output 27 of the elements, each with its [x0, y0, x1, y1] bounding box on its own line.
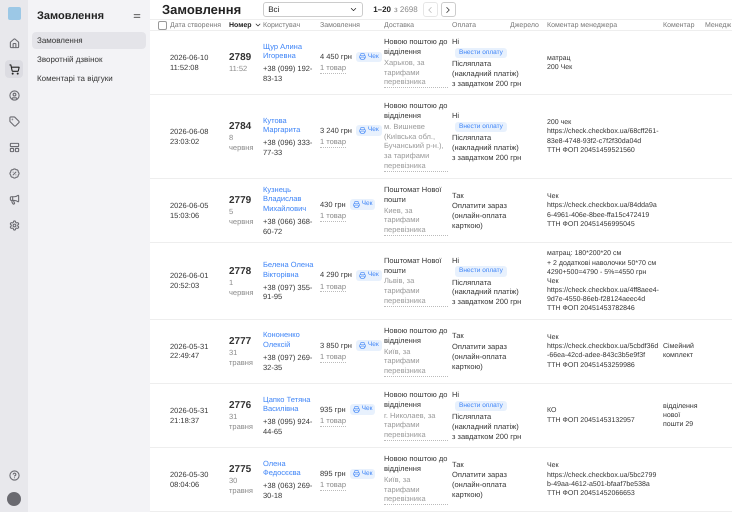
order-number: 2778	[229, 264, 252, 278]
printer-icon	[358, 127, 366, 134]
order-number: 2776	[229, 399, 252, 412]
total-count: з 2698	[394, 5, 418, 14]
next-page-button[interactable]	[440, 2, 456, 18]
sidebar-title: Замовлення	[37, 10, 104, 22]
cart-icon[interactable]	[5, 60, 23, 78]
order-number: 2777	[229, 335, 252, 348]
page-title: Замовлення	[162, 2, 242, 18]
order-number: 2784	[229, 120, 252, 134]
printer-icon	[358, 342, 366, 350]
page-range: 1–20	[373, 5, 391, 14]
avatar[interactable]	[7, 492, 21, 506]
sidebar-item[interactable]: Замовлення	[32, 32, 146, 49]
printer-icon	[358, 53, 366, 60]
sidebar-item[interactable]: Зворотній дзвінок	[32, 51, 146, 68]
select-all-checkbox[interactable]	[158, 20, 167, 30]
order-number: 2789	[229, 51, 252, 64]
filter-select[interactable]: Всі	[263, 2, 364, 18]
printer-icon	[352, 470, 360, 478]
order-number: 2775	[229, 463, 252, 476]
printer-icon	[352, 406, 360, 414]
order-number: 2779	[229, 194, 252, 208]
printer-icon	[352, 201, 360, 208]
sidebar-item[interactable]: Коментарі та відгуки	[32, 70, 146, 87]
logo-icon	[8, 7, 20, 20]
printer-icon	[358, 272, 366, 279]
